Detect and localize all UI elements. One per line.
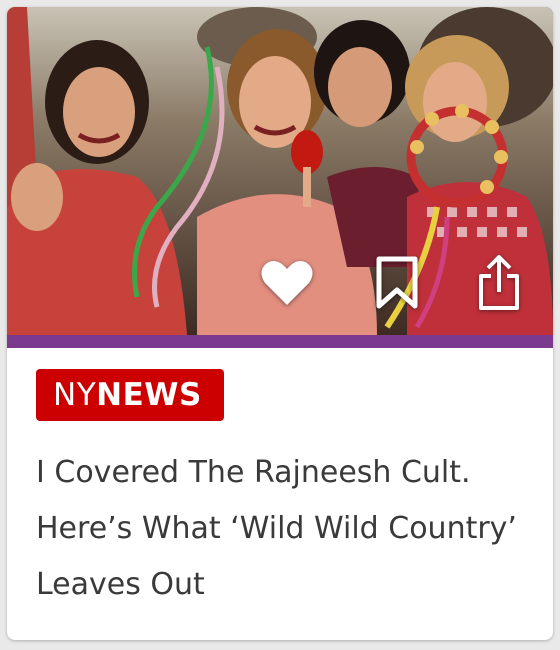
badge-prefix: NY — [53, 376, 97, 413]
article-card[interactable]: NY NEWS I Covered The Rajneesh Cult. Here… — [7, 7, 553, 640]
like-button[interactable] — [257, 253, 317, 313]
heart-icon — [261, 261, 313, 305]
article-headline[interactable]: I Covered The Rajneesh Cult. Here’s What… — [36, 445, 536, 613]
accent-bar — [7, 335, 553, 348]
save-button[interactable] — [367, 253, 427, 313]
article-image[interactable] — [7, 7, 553, 335]
share-button[interactable] — [469, 253, 529, 313]
source-badge[interactable]: NY NEWS — [36, 369, 224, 421]
badge-suffix: NEWS — [96, 376, 202, 413]
share-icon — [479, 255, 519, 310]
article-actions — [257, 253, 527, 313]
bookmark-icon — [376, 256, 418, 309]
